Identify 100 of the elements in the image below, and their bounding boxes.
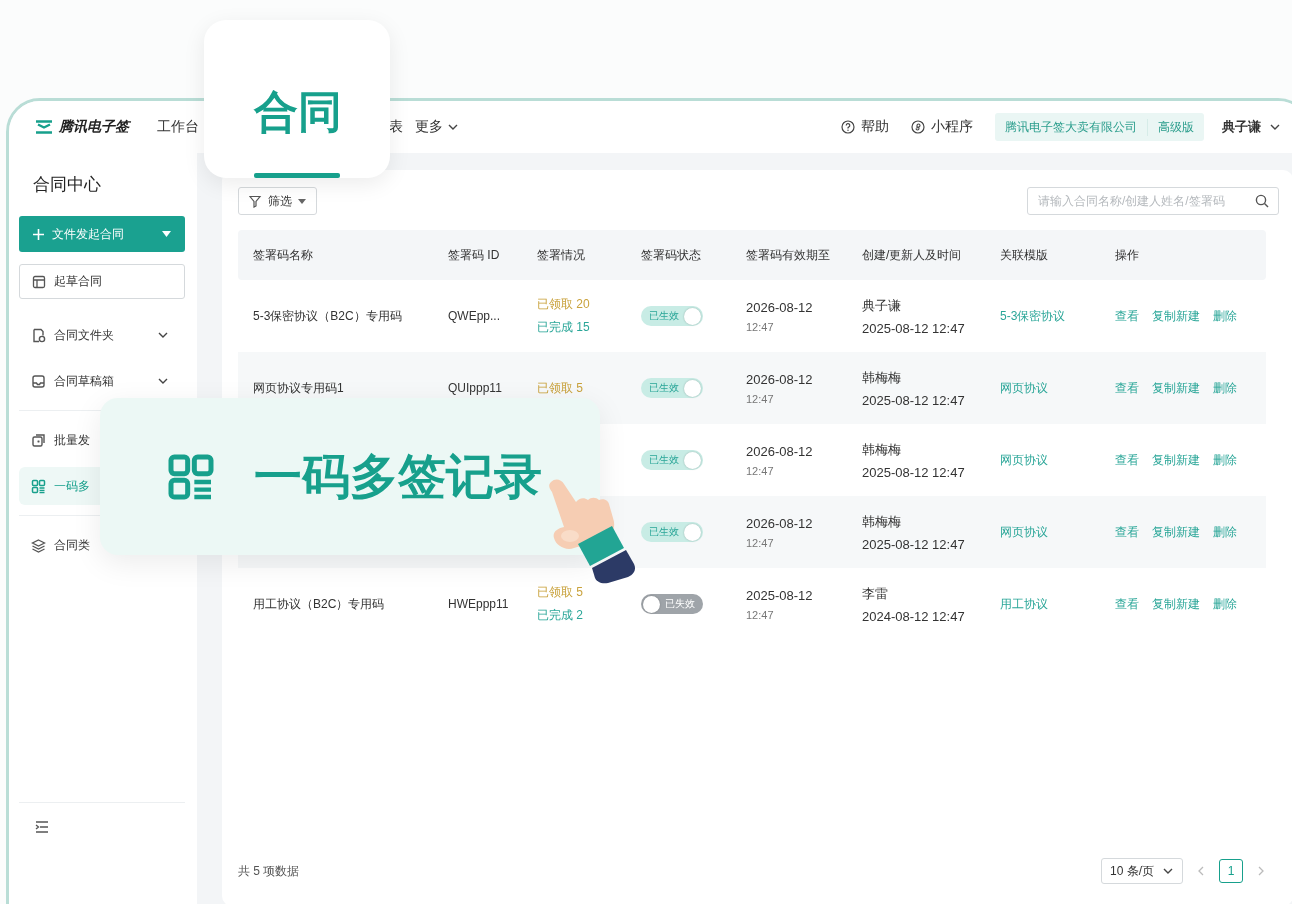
template-link[interactable]: 网页协议: [1000, 524, 1048, 539]
status-toggle[interactable]: 已生效: [641, 306, 703, 326]
company-badge[interactable]: 腾讯电子签大卖有限公司 高级版: [995, 113, 1204, 141]
action-link[interactable]: 删除: [1213, 451, 1237, 469]
inbox-icon: [31, 373, 46, 389]
column-header: 关联模版: [1000, 246, 1049, 264]
collapse-menu-icon[interactable]: [35, 821, 49, 833]
creator-name: 韩梅梅: [862, 512, 902, 531]
updated-time: 2025-08-12 12:47: [862, 464, 966, 480]
draft-contract-button[interactable]: 起草合同: [19, 264, 185, 299]
nav-item[interactable]: 工作台: [157, 118, 199, 136]
action-link[interactable]: 查看: [1115, 595, 1139, 613]
layers-icon: [31, 537, 46, 553]
total-count: 共 5 项数据: [238, 862, 300, 880]
action-link[interactable]: 删除: [1213, 523, 1237, 541]
action-link[interactable]: 复制新建: [1152, 379, 1200, 397]
action-link[interactable]: 查看: [1115, 379, 1139, 397]
help-link[interactable]: 帮助: [861, 118, 889, 136]
nav-item[interactable]: 表: [389, 118, 403, 136]
updated-time: 2025-08-12 12:47: [862, 320, 966, 336]
code-id: HWEppp11: [448, 597, 509, 611]
status-toggle[interactable]: 已生效: [641, 522, 703, 542]
active-tab[interactable]: 合同: [254, 90, 342, 134]
stack-icon: [31, 432, 46, 448]
action-link[interactable]: 复制新建: [1152, 451, 1200, 469]
updated-time: 2025-08-12 12:47: [862, 536, 966, 552]
template-link[interactable]: 5-3保密协议: [1000, 308, 1066, 323]
code-name: 用工协议（B2C）专用码: [253, 596, 385, 611]
completed-count: 已完成 2: [537, 607, 584, 624]
column-header: 签署码有效期至: [746, 246, 831, 264]
plus-icon: [33, 228, 44, 240]
action-link[interactable]: 查看: [1115, 523, 1139, 541]
expiry-time: 12:47: [746, 392, 775, 405]
creator-name: 韩梅梅: [862, 368, 902, 387]
file-icon: [31, 327, 46, 343]
column-header: 签署码名称: [253, 246, 314, 264]
expiry-date: 2026-08-12: [746, 371, 814, 387]
status-toggle[interactable]: 已生效: [641, 378, 703, 398]
page-size-select[interactable]: 10 条/页: [1101, 858, 1183, 884]
logo-icon: [35, 120, 53, 134]
search-icon[interactable]: [1255, 194, 1269, 208]
expiry-time: 12:47: [746, 464, 775, 477]
user-name[interactable]: 典子谦: [1222, 118, 1261, 136]
claimed-count: 已领取 5: [537, 379, 584, 397]
column-header: 签署码状态: [641, 246, 702, 264]
filter-button[interactable]: 筛选: [238, 187, 317, 215]
mini-program-link[interactable]: 小程序: [931, 118, 973, 136]
expiry-date: 2025-08-12: [746, 587, 814, 603]
action-link[interactable]: 删除: [1213, 595, 1237, 613]
action-link[interactable]: 删除: [1213, 307, 1237, 325]
page-number[interactable]: 1: [1219, 859, 1243, 883]
qr-code-icon: [31, 478, 46, 494]
help-icon: [841, 120, 855, 134]
column-header: 签署码 ID: [448, 246, 501, 264]
expiry-time: 12:47: [746, 320, 775, 333]
action-link[interactable]: 删除: [1213, 379, 1237, 397]
status-toggle[interactable]: 已失效: [641, 594, 703, 614]
search-field[interactable]: 请输入合同名称/创建人姓名/签署码: [1027, 187, 1279, 215]
completed-count: 已完成 15: [537, 319, 591, 336]
nav-item[interactable]: 更多: [415, 118, 459, 136]
action-link[interactable]: 查看: [1115, 451, 1139, 469]
layout-icon: [32, 274, 46, 289]
caret-icon: [162, 231, 171, 237]
claimed-count: 已领取 5: [537, 584, 584, 601]
mini-program-icon: [911, 120, 925, 134]
action-link[interactable]: 复制新建: [1152, 307, 1200, 325]
callout-title: 一码多签记录: [254, 452, 542, 501]
action-link[interactable]: 复制新建: [1152, 523, 1200, 541]
creator-name: 韩梅梅: [862, 440, 902, 459]
creator-name: 典子谦: [862, 296, 902, 315]
expiry-date: 2026-08-12: [746, 515, 814, 531]
code-name: 网页协议专用码1: [253, 380, 344, 395]
action-link[interactable]: 复制新建: [1152, 595, 1200, 613]
expiry-date: 2026-08-12: [746, 299, 814, 315]
action-link[interactable]: 查看: [1115, 307, 1139, 325]
filter-icon: [249, 194, 262, 208]
column-header: 操作: [1115, 246, 1140, 264]
updated-time: 2024-08-12 12:47: [862, 608, 966, 624]
sidebar-item[interactable]: 批量发: [19, 421, 185, 459]
template-link[interactable]: 用工协议: [1000, 596, 1048, 611]
code-name: 5-3保密协议（B2C）专用码: [253, 308, 402, 323]
sidebar-item[interactable]: 合同文件夹: [19, 316, 185, 354]
creator-name: 李雷: [862, 584, 889, 603]
template-link[interactable]: 网页协议: [1000, 452, 1048, 467]
start-contract-button[interactable]: 文件发起合同: [19, 216, 185, 252]
logo-text: 腾讯电子签: [59, 118, 129, 136]
code-id: QUIppp11: [448, 381, 502, 395]
template-link[interactable]: 网页协议: [1000, 380, 1048, 395]
updated-time: 2025-08-12 12:47: [862, 392, 966, 408]
sidebar-title: 合同中心: [33, 174, 102, 196]
caret-icon: [298, 198, 306, 204]
column-header: 创建/更新人及时间: [862, 246, 963, 264]
claimed-count: 已领取 20: [537, 296, 591, 313]
code-id: QWEpp...: [448, 309, 500, 323]
status-toggle[interactable]: 已生效: [641, 450, 703, 470]
expiry-time: 12:47: [746, 536, 775, 549]
column-header: 签署情况: [537, 246, 586, 264]
sidebar-item[interactable]: 合同草稿箱: [19, 362, 185, 400]
sidebar-item[interactable]: 合同类: [19, 526, 185, 564]
expiry-date: 2026-08-12: [746, 443, 814, 459]
